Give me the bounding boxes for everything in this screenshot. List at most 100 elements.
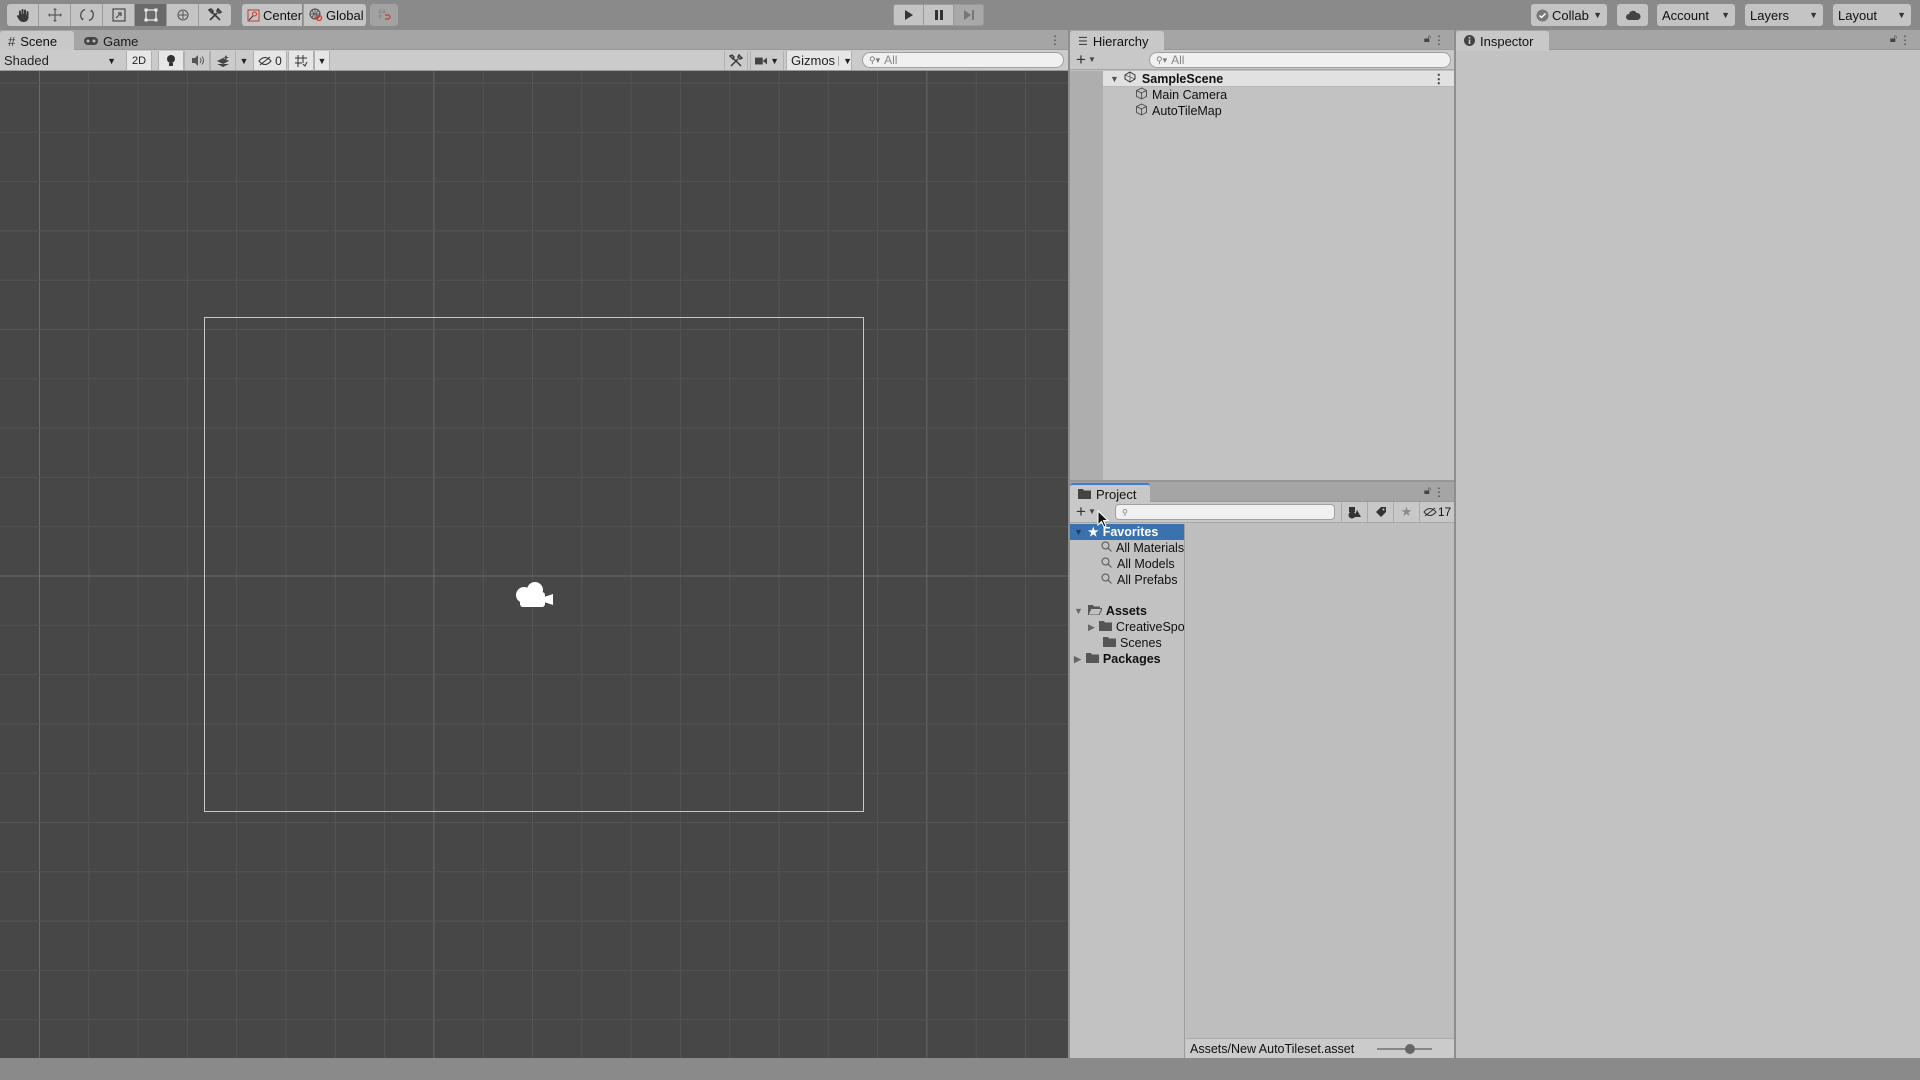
draw-mode-dropdown[interactable]: Shaded ▼ [0,51,120,70]
chevron-down-icon: ▼ [107,55,116,66]
hierarchy-toolbar: + ▼ ⚲▾ All [1070,50,1454,70]
tab-game[interactable]: Game [76,31,146,51]
project-asset-area[interactable]: Assets/New AutoTileset.asset [1186,524,1454,1058]
panel-menu-icon[interactable]: ⋮ [1433,485,1446,499]
save-search-button[interactable]: ★ [1393,502,1419,522]
tab-scene[interactable]: # Scene [0,31,74,51]
lock-icon[interactable]: 🔓︎ [1424,33,1432,46]
lightbulb-icon [167,55,175,66]
search-placeholder: All [884,53,898,67]
tree-item-scenes[interactable]: Scenes [1070,635,1184,651]
lock-icon[interactable]: 🔓︎ [1424,485,1432,498]
playmode-controls [893,4,984,26]
scale-icon [111,8,126,22]
layout-dropdown[interactable]: Layout ▼ [1833,4,1911,26]
hierarchy-item[interactable]: Main Camera [1103,87,1454,103]
collab-dropdown[interactable]: Collab ▼ [1531,4,1607,26]
search-by-type-button[interactable] [1341,502,1367,522]
selected-asset-path: Assets/New AutoTileset.asset [1190,1041,1355,1056]
tree-item-all-prefabs[interactable]: All Prefabs [1070,572,1184,588]
pivot-mode-label: Center [263,7,303,23]
create-dropdown[interactable]: + ▼ [1076,51,1096,68]
project-search-input[interactable]: ⚲ [1115,504,1335,520]
cloud-button[interactable] [1617,4,1648,26]
list-icon: ☰ [1078,35,1088,48]
tree-item-assets[interactable]: ▼ Assets [1070,603,1184,619]
scene-menu-icon[interactable]: ⋮ [1433,71,1446,86]
audio-toggle[interactable] [184,51,210,70]
expand-arrow-icon[interactable]: ▼ [1074,527,1083,537]
camera-settings-dropdown[interactable]: ▼ [750,51,784,70]
project-folder-tree: ▼ ★ Favorites All Materials All Models A… [1070,524,1185,1058]
lock-icon[interactable]: 🔓︎ [1890,33,1898,46]
search-by-label-button[interactable] [1367,502,1393,522]
tree-item-favorites[interactable]: ▼ ★ Favorites [1070,524,1184,540]
hierarchy-panel: ☰ Hierarchy 🔓︎ ⋮ + ▼ ⚲▾ All ▼ SampleScen… [1070,30,1454,480]
expand-arrow-icon[interactable]: ▼ [1074,606,1083,616]
tab-project[interactable]: Project [1070,483,1150,503]
hierarchy-search-input[interactable]: ⚲▾ All [1149,52,1451,68]
rect-transform-icon [144,8,157,22]
pivot-rotation-toggle[interactable]: Global [303,4,366,26]
grid-snap-button[interactable] [370,4,398,26]
tools-overlay-toggle[interactable] [724,51,748,70]
lighting-toggle[interactable] [158,51,184,70]
panel-menu-icon[interactable]: ⋮ [1049,33,1062,47]
chevron-down-icon: ▼ [770,55,779,66]
account-dropdown[interactable]: Account ▼ [1657,4,1735,26]
tree-item-label: CreativeSpore [1115,620,1184,634]
tree-item-creativespore[interactable]: ▶ CreativeSpore [1070,619,1184,635]
transform-icon [176,9,189,21]
scene-search-input[interactable]: ⚲▾ All [862,52,1064,68]
scene-viewport[interactable] [0,71,1068,1058]
slider-thumb[interactable] [1405,1044,1415,1054]
tab-hierarchy[interactable]: ☰ Hierarchy [1070,31,1164,51]
hidden-packages-toggle[interactable]: 17 [1419,502,1454,522]
hierarchy-item[interactable]: AutoTileMap [1103,103,1454,119]
step-icon [963,10,974,20]
hand-tool-button[interactable] [7,4,39,26]
transform-tool-button[interactable] [167,4,199,26]
project-panel: Project 🔓︎ ⋮ + ▼ ⚲ ★ 17 ▼ ★ Favorites Al… [1070,482,1454,1058]
layers-dropdown[interactable]: Layers ▼ [1745,4,1823,26]
tree-item-all-models[interactable]: All Models [1070,556,1184,572]
step-button[interactable] [953,4,984,26]
panel-menu-icon[interactable]: ⋮ [1433,33,1446,47]
scene-name: SampleScene [1141,71,1224,86]
expand-arrow-icon[interactable]: ▶ [1074,654,1081,665]
globe-icon [309,8,323,22]
grid-dropdown[interactable]: ▼ [314,51,330,70]
create-asset-dropdown[interactable]: + ▼ [1076,503,1096,520]
tab-inspector[interactable]: Inspector [1456,31,1549,51]
scene-visibility-toggle[interactable]: 0 [253,51,287,70]
tree-item-all-materials[interactable]: All Materials [1070,540,1184,556]
toggle-2d-label: 2D [131,54,147,67]
move-tool-button[interactable] [39,4,71,26]
rect-tool-button[interactable] [135,4,167,26]
panel-menu-icon[interactable]: ⋮ [1899,33,1912,47]
expand-arrow-icon[interactable]: ▼ [1110,74,1119,84]
pivot-mode-toggle[interactable]: Center [242,4,302,26]
tree-item-label: Packages [1102,652,1161,666]
gizmos-label: Gizmos [791,53,836,68]
hierarchy-scene-row[interactable]: ▼ SampleScene ⋮ [1103,71,1454,87]
folder-icon [1078,487,1091,502]
icon-size-slider[interactable] [1377,1044,1432,1054]
effects-dropdown[interactable]: ▼ [236,51,252,70]
tab-label: Project [1096,486,1137,502]
search-placeholder: All [1171,53,1185,67]
grid-toggle[interactable] [288,51,314,70]
tree-item-packages[interactable]: ▶ Packages [1070,651,1184,667]
gameobject-cube-icon [1135,103,1148,119]
custom-tool-button[interactable] [199,4,231,26]
rotate-tool-button[interactable] [71,4,103,26]
toggle-2d-button[interactable]: 2D [126,51,152,70]
effects-toggle[interactable] [210,51,236,70]
gizmos-dropdown[interactable]: Gizmos ▼ [786,51,852,70]
scale-tool-button[interactable] [103,4,135,26]
tree-item-label: All Prefabs [1117,573,1178,587]
expand-arrow-icon[interactable]: ▶ [1088,622,1095,633]
scene-tabbar: # Scene Game ⋮ [0,30,1068,51]
pause-button[interactable] [923,4,954,26]
play-button[interactable] [893,4,924,26]
